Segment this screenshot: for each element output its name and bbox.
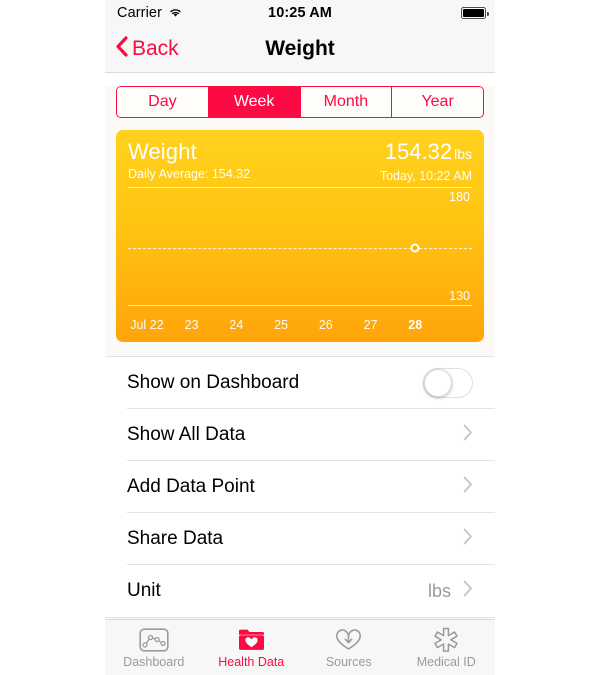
chart-value-number: 154.32 (384, 139, 453, 164)
chart-xtick: 26 (318, 318, 333, 332)
row-accessory (463, 476, 473, 498)
row-accessory (463, 528, 473, 550)
tab-label: Sources (325, 655, 372, 669)
row-accessory (423, 367, 473, 398)
show-on-dashboard-toggle[interactable] (423, 367, 473, 398)
tab-health-data[interactable]: Health Data (203, 620, 301, 675)
back-button-label: Back (132, 37, 179, 60)
chart-latest-timestamp: Today, 10:22 AM (379, 169, 472, 183)
chart-ytick-min: 130 (449, 289, 470, 303)
chart-xtick: 25 (274, 318, 289, 332)
chart-axis-top (128, 187, 472, 188)
chart-header-right: 154.32 lbs Today, 10:22 AM (379, 140, 472, 184)
time-range-segmented-control[interactable]: Day Week Month Year (116, 86, 484, 118)
heart-download-icon (335, 626, 362, 653)
chart-header: Weight Daily Average: 154.32 154.32 lbs T… (116, 130, 484, 184)
row-show-all-data[interactable]: Show All Data (127, 409, 495, 461)
status-bar-right (461, 7, 489, 19)
folder-heart-icon (238, 626, 265, 653)
phone-screen: Carrier 10:25 AM Back Weight Day Week Mo… (105, 0, 495, 675)
chart-daily-average: Daily Average: 154.32 (128, 167, 251, 181)
chart-plot-area: 180 130 (128, 187, 472, 306)
row-label: Add Data Point (127, 475, 255, 497)
row-unit[interactable]: Unit lbs (127, 565, 495, 617)
segment-day[interactable]: Day (117, 87, 209, 117)
row-accessory: lbs (428, 580, 473, 602)
tab-label: Medical ID (416, 655, 476, 669)
row-share-data[interactable]: Share Data (127, 513, 495, 565)
chevron-right-icon (463, 580, 473, 602)
chart-xtick: 27 (363, 318, 378, 332)
row-add-data-point[interactable]: Add Data Point (127, 461, 495, 513)
segment-month[interactable]: Month (300, 87, 393, 117)
chart-title: Weight (128, 139, 197, 164)
row-label: Show on Dashboard (127, 371, 300, 393)
chevron-right-icon (463, 476, 473, 498)
chart-value-unit: lbs (454, 146, 472, 162)
chevron-right-icon (463, 528, 473, 550)
chart-xtick: Jul 22 (130, 318, 164, 332)
chart-header-left: Weight Daily Average: 154.32 (128, 139, 251, 182)
weight-chart-card[interactable]: Weight Daily Average: 154.32 154.32 lbs T… (116, 130, 484, 342)
row-accessory (463, 424, 473, 446)
chart-x-axis: Jul 22 23 24 25 26 27 28 (128, 318, 472, 334)
tab-sources[interactable]: Sources (300, 620, 398, 675)
row-label: Unit (127, 580, 161, 601)
tab-label: Dashboard (123, 655, 185, 669)
row-label: Share Data (127, 527, 224, 549)
segment-year[interactable]: Year (392, 87, 483, 117)
settings-list: Show on Dashboard Show All Data Add Data… (105, 356, 495, 618)
chevron-right-icon (463, 424, 473, 446)
chart-axis-bottom (128, 305, 472, 306)
row-label: Show All Data (127, 423, 246, 445)
status-bar-clock: 10:25 AM (268, 5, 332, 21)
back-button[interactable]: Back (115, 35, 179, 63)
battery-full-icon (461, 7, 489, 19)
chart-average-line (128, 248, 472, 250)
chart-xtick: 28 (408, 318, 423, 332)
tab-bar: Dashboard Health Data Sources Medical ID (105, 619, 495, 675)
dashboard-chart-icon (139, 626, 169, 653)
tab-label: Health Data (218, 655, 285, 669)
navigation-bar: Back Weight (105, 26, 495, 73)
chart-latest-value: 154.32 lbs (380, 140, 472, 166)
chart-data-point[interactable] (410, 243, 420, 253)
segment-week[interactable]: Week (208, 87, 301, 117)
row-show-on-dashboard[interactable]: Show on Dashboard (127, 357, 495, 409)
star-of-life-icon (433, 626, 459, 653)
chevron-left-icon (115, 35, 128, 63)
toggle-knob (424, 368, 452, 397)
chart-xtick: 23 (184, 318, 199, 332)
content-area: Day Week Month Year Weight Daily Average… (105, 86, 495, 660)
status-bar: Carrier 10:25 AM (105, 0, 495, 26)
chart-xtick: 24 (229, 318, 244, 332)
tab-dashboard[interactable]: Dashboard (105, 620, 203, 675)
chart-ytick-max: 180 (449, 190, 470, 204)
tab-medical-id[interactable]: Medical ID (398, 620, 496, 675)
unit-value: lbs (427, 580, 451, 601)
